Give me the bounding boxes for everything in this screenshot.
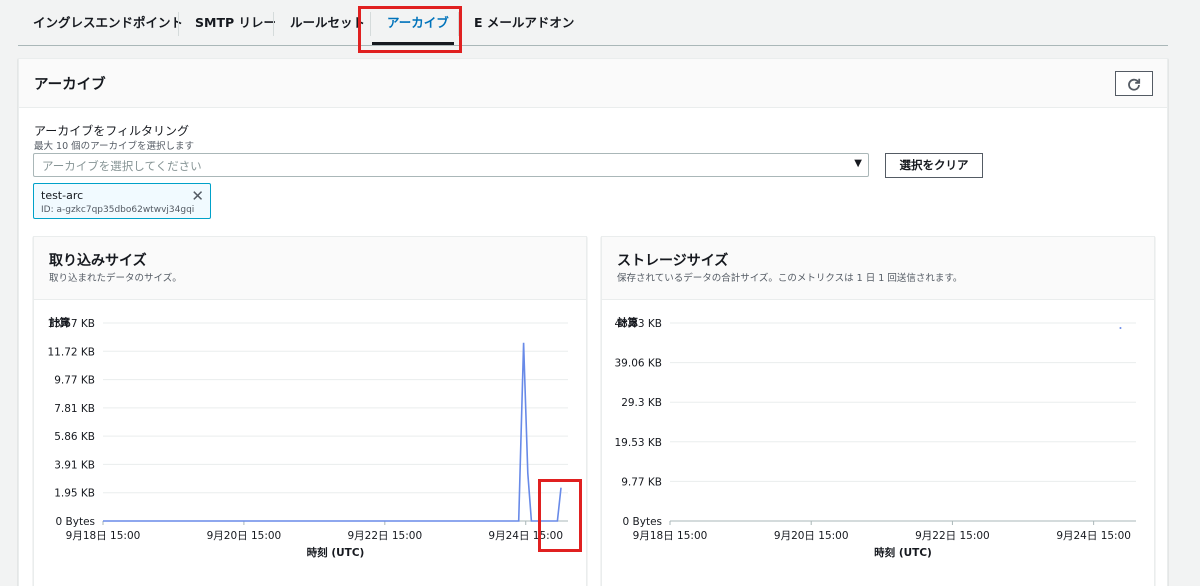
y-tick-label: 11.72 KB [48,346,96,358]
card-description: 保存されているデータの合計サイズ。このメトリクスは 1 日 1 回送信されます。 [617,273,963,284]
series-line [103,342,562,522]
card-title: 取り込みサイズ [49,253,147,269]
clear-selection-button[interactable]: 選択をクリア [885,153,983,178]
x-tick-label: 9月20日 15:00 [774,530,849,542]
archive-select-placeholder: アーカイブを選択してください [42,159,202,173]
x-tick-label: 9月20日 15:00 [207,530,282,542]
x-tick-label: 9月22日 15:00 [347,530,422,542]
panel-header: アーカイブ [19,59,1167,108]
tab-divider [458,12,459,36]
storage-size-chart: 0 Bytes 9.77 KB 19.53 KB 29.3 KB 39.06 KB 48.… [615,318,1136,559]
y-tick-label: 0 Bytes [56,516,95,528]
filter-description: 最大 10 個のアーカイブを選択します [34,141,195,152]
series-point [1119,326,1122,329]
card-header: 取り込みサイズ 取り込まれたデータのサイズ。 [34,237,586,300]
tab-archives[interactable]: アーカイブ [387,8,449,38]
y-tick-label: 39.06 KB [615,358,663,370]
y-tick-label: 1.95 KB [54,488,95,500]
caret-down-icon: ▼ [854,158,862,169]
token-id: ID: a-gzkc7qp35dbo62wtwvj34gqi [41,205,195,215]
ingestion-size-chart: 0 Bytes 1.95 KB 3.91 KB 5.86 KB 7.81 KB 9.77 … [48,318,568,559]
tab-divider [370,12,371,36]
y-tick-label: 9.77 KB [621,476,662,488]
y-tick-label: 3.91 KB [54,459,95,471]
x-tick-label: 9月24日 15:00 [488,530,563,542]
refresh-icon [1128,78,1141,91]
y-tick-label: 19.53 KB [615,437,663,449]
storage-size-card: ストレージサイズ 保存されているデータの合計サイズ。このメトリクスは 1 日 1… [601,236,1155,586]
y-tick-label: 29.3 KB [621,397,662,409]
panel-title: アーカイブ [34,77,106,93]
archive-select[interactable]: アーカイブを選択してください ▼ [33,153,869,177]
x-tick-label: 9月24日 15:00 [1056,530,1131,542]
x-axis-label: 時刻 (UTC) [307,546,365,559]
tab-rule-sets[interactable]: ルールセット [290,8,365,38]
refresh-button[interactable] [1115,71,1153,96]
x-axis-label: 時刻 (UTC) [874,546,932,559]
y-tick-label: 9.77 KB [54,375,95,387]
tab-divider [273,12,274,36]
active-tab-indicator [372,42,454,45]
ingestion-size-card: 取り込みサイズ 取り込まれたデータのサイズ。 計算 0 Bytes 1.95 KB… [33,236,587,586]
y-tick-label: 13.67 KB [48,318,96,330]
selected-archive-token: test-arc ID: a-gzkc7qp35dbo62wtwvj34gqi … [33,183,211,219]
y-tick-label: 0 Bytes [623,516,662,528]
x-tick-label: 9月18日 15:00 [66,530,141,542]
tab-smtp-relay[interactable]: SMTP リレー [195,8,276,38]
tab-email-addons[interactable]: E メールアドオン [474,8,574,38]
card-title: ストレージサイズ [617,253,729,269]
archives-panel: アーカイブ アーカイブをフィルタリング 最大 10 個のアーカイブを選択します … [18,58,1168,586]
card-header: ストレージサイズ 保存されているデータの合計サイズ。このメトリクスは 1 日 1… [602,237,1154,300]
card-description: 取り込まれたデータのサイズ。 [49,273,182,284]
tab-divider [178,12,179,36]
filter-label: アーカイブをフィルタリング [34,124,190,138]
x-tick-label: 9月18日 15:00 [633,530,708,542]
tab-bar: イングレスエンドポイント SMTP リレー ルールセット アーカイブ E メール… [18,0,1168,46]
dismiss-token-icon[interactable]: ✕ [191,187,204,205]
y-tick-label: 7.81 KB [54,403,95,415]
x-tick-label: 9月22日 15:00 [915,530,990,542]
y-tick-label: 48.83 KB [615,318,663,330]
token-name: test-arc [41,189,84,202]
y-tick-label: 5.86 KB [54,431,95,443]
tab-ingress-endpoints[interactable]: イングレスエンドポイント [33,8,183,38]
